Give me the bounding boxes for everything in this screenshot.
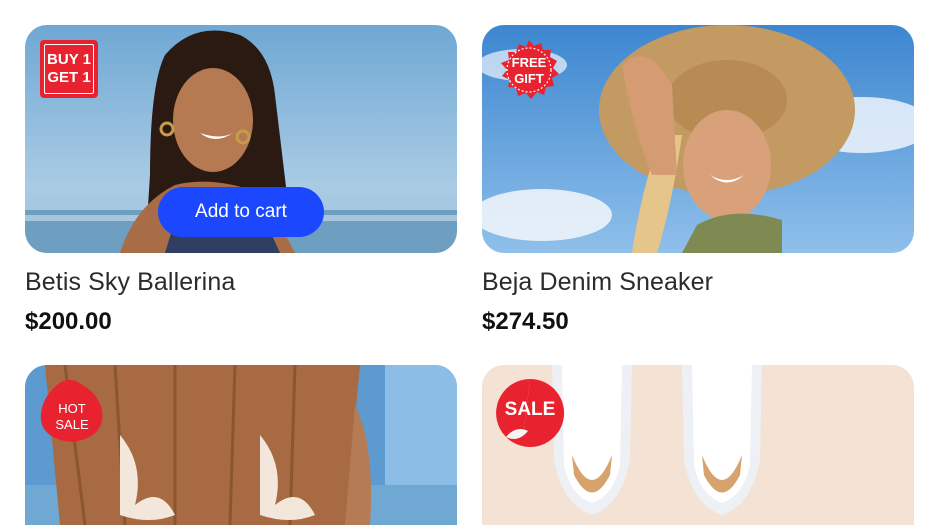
product-card[interactable]: BUY 1 GET 1 Add to cart Betis Sky Baller… — [25, 25, 457, 337]
free-gift-badge: FREE GIFT — [499, 40, 559, 100]
hot-sale-badge: HOT SALE — [39, 379, 105, 443]
product-card[interactable]: FREE GIFT Beja Denim Sneaker $274.50 — [482, 25, 914, 337]
product-name[interactable]: Beja Denim Sneaker — [482, 267, 914, 297]
product-card[interactable]: SALE — [482, 365, 914, 525]
product-image[interactable]: HOT SALE — [25, 365, 457, 525]
product-name[interactable]: Betis Sky Ballerina — [25, 267, 457, 297]
buy-one-get-one-badge: BUY 1 GET 1 — [40, 40, 98, 98]
product-card[interactable]: HOT SALE — [25, 365, 457, 525]
product-image[interactable]: SALE — [482, 365, 914, 525]
product-image[interactable]: FREE GIFT — [482, 25, 914, 253]
product-image[interactable]: BUY 1 GET 1 Add to cart — [25, 25, 457, 253]
product-price: $200.00 — [25, 308, 112, 335]
add-to-cart-button[interactable]: Add to cart — [158, 187, 324, 237]
sale-badge: SALE — [494, 377, 566, 449]
product-price: $274.50 — [482, 308, 569, 335]
